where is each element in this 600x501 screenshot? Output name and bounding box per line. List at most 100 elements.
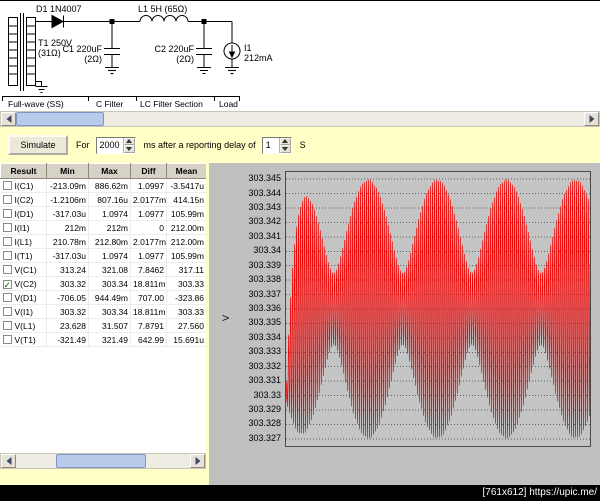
seconds-label: S bbox=[299, 140, 306, 150]
load-i1-symbol[interactable] bbox=[206, 21, 241, 74]
section-label-load: Load bbox=[219, 99, 238, 109]
y-tick-label: 303.339 bbox=[248, 259, 281, 270]
result-min: -213.09m bbox=[46, 178, 89, 193]
result-checkbox[interactable] bbox=[2, 320, 12, 330]
result-diff: 7.8791 bbox=[130, 318, 167, 333]
result-checkbox[interactable] bbox=[2, 264, 12, 274]
result-name: V(D1) bbox=[14, 292, 37, 303]
result-name: V(T1) bbox=[14, 334, 36, 345]
result-diff: 1.0997 bbox=[130, 178, 167, 193]
column-header-diff[interactable]: Diff bbox=[130, 163, 167, 179]
scroll-right-button[interactable] bbox=[584, 112, 599, 126]
result-mean: 212.00m bbox=[166, 220, 206, 235]
section-label-lcfilter: LC Filter Section bbox=[140, 99, 203, 109]
duration-spin-down-button[interactable] bbox=[123, 145, 135, 153]
result-diff: 18.811m bbox=[130, 304, 167, 319]
duration-input[interactable]: 2000 bbox=[96, 137, 123, 153]
result-row[interactable]: V(I1) 303.32 303.34 18.811m 303.33 bbox=[0, 304, 206, 319]
scroll-right-button[interactable] bbox=[190, 454, 205, 468]
result-min: -321.49 bbox=[46, 332, 89, 347]
label-c2-line1: C2 220uF bbox=[154, 44, 194, 54]
result-mean: 303.33 bbox=[166, 304, 206, 319]
simulate-button[interactable]: Simulate bbox=[8, 135, 68, 155]
result-row[interactable]: V(C1) 313.24 321.08 7.8462 317.11 bbox=[0, 262, 206, 277]
label-d1: D1 1N4007 bbox=[36, 4, 82, 14]
results-hscrollbar[interactable] bbox=[0, 453, 206, 469]
result-row[interactable]: I(C2) -1.2106m 807.16u 2.0177m 414.15n bbox=[0, 192, 206, 207]
result-row[interactable]: V(D1) -706.05 944.49m 707.00 -323.86 bbox=[0, 290, 206, 305]
result-checkbox[interactable] bbox=[2, 236, 12, 246]
y-tick-label: 303.34 bbox=[253, 245, 281, 256]
scroll-track[interactable] bbox=[16, 112, 584, 126]
result-row[interactable]: I(T1) -317.03u 1.0974 1.0977 105.99m bbox=[0, 248, 206, 263]
scroll-left-icon bbox=[6, 457, 11, 465]
result-row[interactable]: V(T1) -321.49 321.49 642.99 15.691u bbox=[0, 332, 206, 347]
scroll-thumb[interactable] bbox=[56, 454, 146, 468]
capacitor-c1-symbol[interactable] bbox=[104, 23, 120, 74]
result-name: I(C1) bbox=[14, 180, 34, 191]
result-checkbox[interactable] bbox=[2, 306, 12, 316]
result-checkbox[interactable]: ✓ bbox=[2, 279, 12, 289]
result-checkbox[interactable] bbox=[2, 180, 12, 190]
result-row[interactable]: I(D1) -317.03u 1.0974 1.0977 105.99m bbox=[0, 206, 206, 221]
section-label-cfilter: C Filter bbox=[96, 99, 124, 109]
result-max: 944.49m bbox=[88, 290, 131, 305]
scroll-left-button[interactable] bbox=[1, 454, 16, 468]
result-name: I(C2) bbox=[14, 194, 34, 205]
result-name: V(L1) bbox=[14, 320, 36, 331]
result-max: 303.34 bbox=[88, 304, 131, 319]
result-max: 212m bbox=[88, 220, 131, 235]
column-header-result[interactable]: Result bbox=[0, 163, 47, 179]
scroll-thumb[interactable] bbox=[16, 112, 104, 126]
schematic-canvas[interactable]: D1 1N4007 T1 250V (31Ω) C1 220uF (2Ω) L1… bbox=[0, 0, 600, 111]
simulation-controls: Simulate For 2000 ms after a reporting d… bbox=[0, 130, 600, 160]
scroll-track[interactable] bbox=[16, 454, 190, 468]
result-max: 321.49 bbox=[88, 332, 131, 347]
result-row[interactable]: ✓ V(C2) 303.32 303.34 18.811m 303.33 bbox=[0, 276, 206, 291]
capacitor-c2-symbol[interactable] bbox=[196, 23, 212, 74]
result-name-cell: I(C2) bbox=[0, 192, 47, 207]
result-row[interactable]: I(L1) 210.78m 212.80m 2.0177m 212.00m bbox=[0, 234, 206, 249]
result-name-cell: V(L1) bbox=[0, 318, 47, 333]
node-c2 bbox=[201, 19, 207, 24]
scroll-right-icon bbox=[195, 457, 200, 465]
psu-designer-window: D1 1N4007 T1 250V (31Ω) C1 220uF (2Ω) L1… bbox=[0, 0, 600, 501]
schematic-hscrollbar[interactable] bbox=[0, 111, 600, 127]
result-checkbox[interactable] bbox=[2, 222, 12, 232]
result-checkbox[interactable] bbox=[2, 334, 12, 344]
result-name-cell: I(C1) bbox=[0, 178, 47, 193]
watermark: [761x612] https://upic.me/ bbox=[0, 485, 600, 501]
result-checkbox[interactable] bbox=[2, 194, 12, 204]
diode-d1-symbol[interactable] bbox=[46, 14, 110, 29]
label-l1: L1 5H (65Ω) bbox=[138, 4, 187, 14]
scroll-left-button[interactable] bbox=[1, 112, 16, 126]
delay-input[interactable]: 1 bbox=[262, 137, 279, 153]
result-min: -317.03u bbox=[46, 206, 89, 221]
result-min: -317.03u bbox=[46, 248, 89, 263]
result-row[interactable]: I(C1) -213.09m 886.62m 1.0997 -3.5417u bbox=[0, 178, 206, 193]
results-panel: Result Min Max Diff Mean I(C1) -213.09m 88… bbox=[0, 163, 206, 453]
result-checkbox[interactable] bbox=[2, 208, 12, 218]
column-header-max[interactable]: Max bbox=[88, 163, 131, 179]
result-checkbox[interactable] bbox=[2, 292, 12, 302]
delay-spin-up-button[interactable] bbox=[279, 137, 291, 145]
result-diff: 0 bbox=[130, 220, 167, 235]
column-header-mean[interactable]: Mean bbox=[166, 163, 206, 179]
duration-spin-up-button[interactable] bbox=[123, 137, 135, 145]
label-i1-line2: 212mA bbox=[244, 53, 273, 63]
column-header-min[interactable]: Min bbox=[46, 163, 89, 179]
delay-spin-down-button[interactable] bbox=[279, 145, 291, 153]
plot-area bbox=[285, 171, 591, 447]
result-row[interactable]: V(L1) 23.628 31.507 7.8791 27.560 bbox=[0, 318, 206, 333]
inductor-l1-symbol[interactable] bbox=[114, 15, 202, 22]
result-min: 303.32 bbox=[46, 304, 89, 319]
y-tick-label: 303.33 bbox=[253, 389, 281, 400]
result-diff: 642.99 bbox=[130, 332, 167, 347]
results-table: Result Min Max Diff Mean I(C1) -213.09m 88… bbox=[0, 163, 206, 347]
y-axis-title: V bbox=[221, 314, 232, 322]
result-mean: 15.691u bbox=[166, 332, 206, 347]
y-tick-label: 303.343 bbox=[248, 202, 281, 213]
result-checkbox[interactable] bbox=[2, 250, 12, 260]
result-row[interactable]: I(I1) 212m 212m 0 212.00m bbox=[0, 220, 206, 235]
result-name-cell: I(T1) bbox=[0, 248, 47, 263]
